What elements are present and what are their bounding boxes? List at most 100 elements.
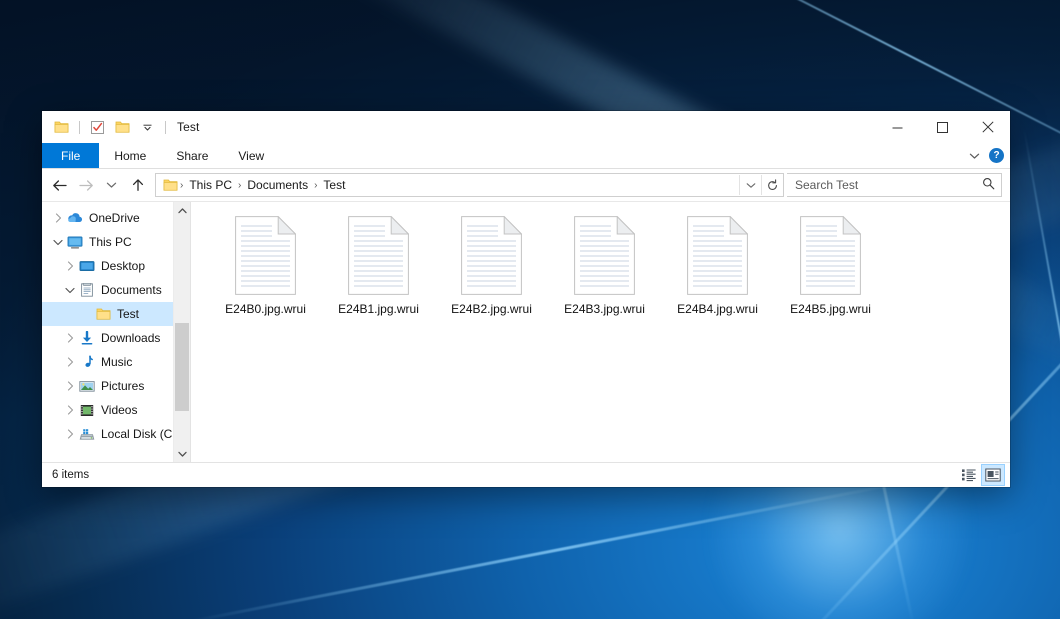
chevron-right-icon[interactable] xyxy=(62,261,78,271)
breadcrumb-documents[interactable]: Documents xyxy=(243,178,312,192)
documents-icon xyxy=(78,283,96,297)
breadcrumb-test[interactable]: Test xyxy=(319,178,349,192)
maximize-button[interactable] xyxy=(920,111,965,143)
file-item[interactable]: E24B5.jpg.wrui xyxy=(774,212,887,316)
scrollbar-track[interactable] xyxy=(174,219,190,445)
music-note-icon xyxy=(78,355,96,369)
scroll-up-button[interactable] xyxy=(174,202,190,219)
details-view-button[interactable] xyxy=(958,465,980,485)
file-item[interactable]: E24B1.jpg.wrui xyxy=(322,212,435,316)
sidebar-item-label: Test xyxy=(117,307,139,321)
unknown-file-icon xyxy=(348,216,409,295)
sidebar-item-local-disk-c[interactable]: Local Disk (C:) xyxy=(42,422,190,446)
file-list-view[interactable]: E24B0.jpg.wrui E24B1.j xyxy=(191,202,1010,462)
refresh-icon[interactable] xyxy=(761,175,783,195)
sidebar-item-downloads[interactable]: Downloads xyxy=(42,326,190,350)
ribbon-tabs: File Home Share View ? xyxy=(42,143,1010,169)
file-name: E24B3.jpg.wrui xyxy=(564,302,645,316)
file-item[interactable]: E24B2.jpg.wrui xyxy=(435,212,548,316)
file-item[interactable]: E24B4.jpg.wrui xyxy=(661,212,774,316)
search-placeholder: Search Test xyxy=(795,178,982,192)
this-pc-monitor-icon xyxy=(66,236,84,249)
large-icons-view-button[interactable] xyxy=(982,465,1004,485)
title-bar: Test xyxy=(42,111,1010,143)
address-bar[interactable]: › This PC › Documents › Test xyxy=(155,173,784,197)
breadcrumb-folder-icon xyxy=(161,178,178,192)
chevron-right-icon[interactable] xyxy=(62,333,78,343)
chevron-right-icon[interactable] xyxy=(62,357,78,367)
sidebar-item-label: This PC xyxy=(89,235,132,249)
sidebar-item-label: Documents xyxy=(101,283,162,297)
tab-home[interactable]: Home xyxy=(99,143,161,168)
sidebar-item-onedrive[interactable]: OneDrive xyxy=(42,206,190,230)
window-controls xyxy=(875,111,1010,143)
tab-view[interactable]: View xyxy=(223,143,279,168)
sidebar-item-pictures[interactable]: Pictures xyxy=(42,374,190,398)
file-explorer-window: Test File Home Share View xyxy=(42,111,1010,487)
ribbon-right-controls: ? xyxy=(969,143,1004,168)
sidebar-item-test[interactable]: Test xyxy=(42,302,190,326)
forward-button xyxy=(74,174,97,197)
pictures-icon xyxy=(78,380,96,393)
scrollbar-thumb[interactable] xyxy=(175,323,189,411)
downloads-arrow-icon xyxy=(78,331,96,345)
search-icon[interactable] xyxy=(982,177,995,193)
file-name: E24B0.jpg.wrui xyxy=(225,302,306,316)
sidebar-item-label: Downloads xyxy=(101,331,160,345)
breadcrumb-separator: › xyxy=(237,180,242,191)
sidebar-item-desktop[interactable]: Desktop xyxy=(42,254,190,278)
tab-share[interactable]: Share xyxy=(161,143,223,168)
new-folder-icon[interactable] xyxy=(113,118,132,137)
item-count-label: 6 items xyxy=(52,469,958,481)
chevron-right-icon[interactable] xyxy=(50,213,66,223)
videos-film-icon xyxy=(78,404,96,417)
desktop: Test File Home Share View xyxy=(0,0,1060,619)
chevron-down-icon[interactable] xyxy=(969,149,980,163)
sidebar-item-this-pc[interactable]: This PC xyxy=(42,230,190,254)
quick-access-toolbar: Test xyxy=(42,111,199,143)
close-button[interactable] xyxy=(965,111,1010,143)
qat-separator-2 xyxy=(165,121,166,134)
file-item[interactable]: E24B0.jpg.wrui xyxy=(209,212,322,316)
unknown-file-icon xyxy=(800,216,861,295)
scroll-down-button[interactable] xyxy=(174,445,190,462)
sidebar-item-label: Music xyxy=(101,355,132,369)
chevron-down-icon[interactable] xyxy=(62,287,78,294)
minimize-button[interactable] xyxy=(875,111,920,143)
file-item[interactable]: E24B3.jpg.wrui xyxy=(548,212,661,316)
file-grid: E24B0.jpg.wrui E24B1.j xyxy=(191,202,1010,316)
desktop-icon xyxy=(78,260,96,273)
recent-locations-button[interactable] xyxy=(100,174,123,197)
chevron-right-icon[interactable] xyxy=(62,381,78,391)
navigation-scrollbar[interactable] xyxy=(173,202,190,462)
address-bar-row: › This PC › Documents › Test xyxy=(42,169,1010,201)
sidebar-item-documents[interactable]: Documents xyxy=(42,278,190,302)
back-button[interactable] xyxy=(48,174,71,197)
up-button[interactable] xyxy=(126,174,149,197)
properties-icon[interactable] xyxy=(88,118,107,137)
sidebar-item-videos[interactable]: Videos xyxy=(42,398,190,422)
hard-drive-icon xyxy=(78,428,96,441)
customize-qat-dropdown-icon[interactable] xyxy=(138,118,157,137)
sidebar-item-label: Desktop xyxy=(101,259,145,273)
file-name: E24B5.jpg.wrui xyxy=(790,302,871,316)
chevron-right-icon[interactable] xyxy=(62,429,78,439)
onedrive-cloud-icon xyxy=(66,212,84,224)
sidebar-item-label: Videos xyxy=(101,403,137,417)
tab-file[interactable]: File xyxy=(42,143,99,168)
search-input[interactable]: Search Test xyxy=(787,173,1002,197)
folder-icon xyxy=(94,307,112,321)
explorer-body: OneDrive This PC xyxy=(42,201,1010,462)
chevron-down-icon[interactable] xyxy=(50,239,66,246)
file-name: E24B2.jpg.wrui xyxy=(451,302,532,316)
sidebar-item-music[interactable]: Music xyxy=(42,350,190,374)
address-dropdown-icon[interactable] xyxy=(739,175,761,195)
chevron-right-icon[interactable] xyxy=(62,405,78,415)
help-icon[interactable]: ? xyxy=(989,148,1004,163)
unknown-file-icon xyxy=(687,216,748,295)
folder-icon[interactable] xyxy=(52,118,71,137)
file-name: E24B4.jpg.wrui xyxy=(677,302,758,316)
window-title: Test xyxy=(177,120,199,134)
sidebar-item-label: OneDrive xyxy=(89,211,140,225)
breadcrumb-this-pc[interactable]: This PC xyxy=(185,178,236,192)
